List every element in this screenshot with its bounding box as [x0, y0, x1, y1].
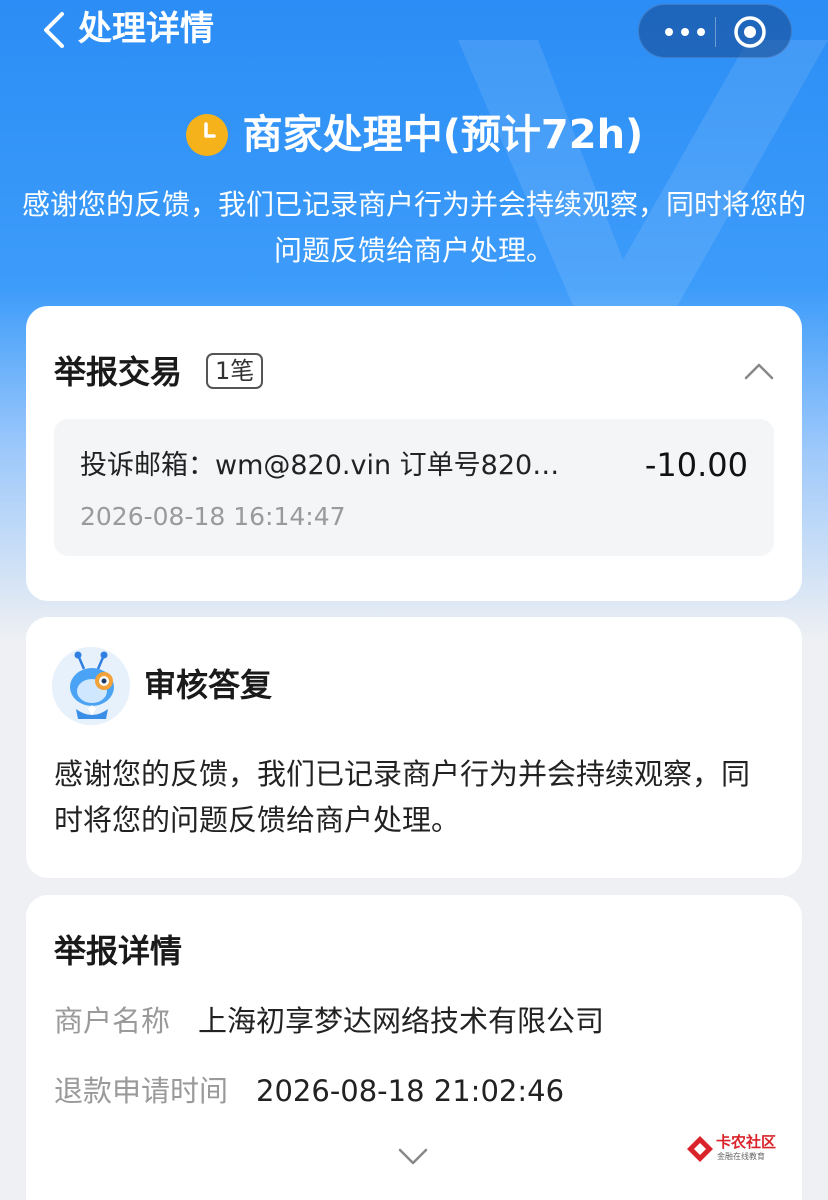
review-reply-body: 感谢您的反馈，我们已记录商户行为并会持续观察，同时将您的问题反馈给商户处理。: [54, 757, 751, 837]
refund-time-label: 退款申请时间: [54, 1074, 229, 1108]
logo-name: 卡农社区: [716, 1133, 777, 1151]
close-mini-program-icon[interactable]: [733, 15, 767, 49]
status-title: 商家处理中(预计72h): [242, 112, 644, 158]
transaction-item[interactable]: 投诉邮箱：wm@820.vin 订单号820… -10.00 2026-08-1…: [54, 419, 774, 556]
merchant-name-label: 商户名称: [54, 1004, 171, 1038]
report-details-title: 举报详情: [54, 932, 183, 970]
logo-tagline: 金融在线教育: [717, 1152, 765, 1161]
refund-time-row: 退款申请时间 2026-08-18 21:02:46: [54, 1071, 564, 1111]
kanong-logo-icon: [687, 1136, 713, 1162]
page-title: 处理详情: [78, 9, 214, 49]
merchant-name-row: 商户名称 上海初享梦达网络技术有限公司: [54, 1001, 604, 1041]
mini-program-capsule: [638, 4, 792, 58]
kanong-community-logo: 卡农社区 金融在线教育: [686, 1133, 786, 1167]
more-options-icon[interactable]: [661, 19, 717, 45]
transaction-amount: -10.00: [644, 446, 748, 484]
ant-mascot-icon: [52, 647, 130, 725]
status-header: 商家处理中(预计72h): [0, 105, 828, 165]
chevron-up-icon[interactable]: [742, 354, 776, 388]
navigation-bar: 处理详情: [0, 0, 828, 60]
avatar: [52, 647, 130, 725]
capsule-divider: [715, 17, 716, 47]
transaction-count-badge: 1笔: [206, 353, 264, 389]
report-transaction-title: 举报交易: [54, 353, 183, 391]
chevron-down-icon[interactable]: [396, 1139, 430, 1173]
clock-icon: [185, 114, 228, 156]
back-arrow-icon[interactable]: [36, 10, 72, 50]
transaction-description: 投诉邮箱：wm@820.vin 订单号820…: [80, 450, 560, 481]
transaction-time: 2026-08-18 16:14:47: [80, 502, 346, 531]
refund-time-value: 2026-08-18 21:02:46: [256, 1074, 565, 1108]
report-transaction-card: 举报交易 1笔 投诉邮箱：wm@820.vin 订单号820… -10.00 2…: [26, 306, 802, 601]
review-reply-card: 审核答复 感谢您的反馈，我们已记录商户行为并会持续观察，同时将您的问题反馈给商户…: [26, 617, 802, 878]
review-reply-title: 审核答复: [144, 666, 273, 704]
status-description: 感谢您的反馈，我们已记录商户行为并会持续观察，同时将您的问题反馈给商户处理。: [21, 188, 806, 267]
merchant-name-value: 上海初享梦达网络技术有限公司: [198, 1004, 605, 1038]
